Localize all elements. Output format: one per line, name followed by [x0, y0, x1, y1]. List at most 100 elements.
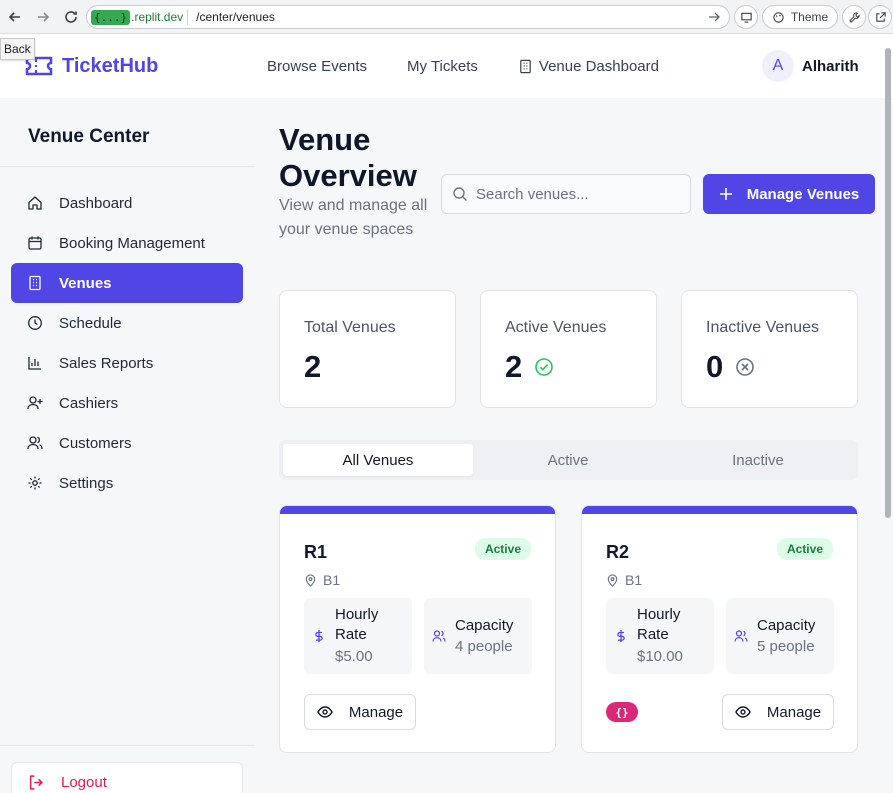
open-external-button[interactable] [868, 5, 892, 29]
top-navigation: Browse Events My Tickets Venue Dashboard [267, 58, 659, 75]
sidebar-item-label: Dashboard [59, 194, 133, 212]
sidebar-item-venues[interactable]: Venues [11, 263, 243, 303]
dev-tools-badge[interactable]: {} [606, 702, 638, 722]
brand-logo[interactable]: TicketHub [24, 54, 158, 78]
tab-all-venues[interactable]: All Venues [283, 444, 473, 476]
avatar: A [762, 50, 794, 82]
logout-button[interactable]: Logout [11, 762, 243, 793]
page-title: Venue Overview [279, 122, 417, 193]
address-bar[interactable]: {...} .replit.dev /center/venues [86, 5, 730, 29]
screen-button[interactable] [734, 5, 758, 29]
monitor-icon [740, 12, 752, 23]
nav-label: Browse Events [267, 58, 368, 75]
page-subtitle: View and manage all your venue spaces [279, 197, 428, 238]
building-icon [29, 275, 41, 291]
venue-name: R2 [606, 542, 630, 562]
venue-filter-tabs: All Venues Active Inactive [279, 440, 858, 480]
venue-name: R1 [304, 542, 328, 562]
back-tooltip: Back [0, 38, 35, 60]
nav-my-tickets[interactable]: My Tickets [407, 58, 478, 75]
wrench-icon [848, 11, 860, 23]
venue-location: B1 [304, 572, 340, 588]
arrow-left-icon [8, 11, 20, 22]
theme-label: Theme [790, 10, 829, 24]
reload-icon [65, 10, 77, 23]
manage-label: Manage [348, 703, 404, 721]
sidebar-item-sales-reports[interactable]: Sales Reports [11, 343, 243, 383]
capacity-box: Capacity 4 people [424, 598, 532, 674]
nav-venue-dashboard[interactable]: Venue Dashboard [518, 58, 659, 75]
home-icon [28, 196, 42, 210]
eye-icon [317, 706, 333, 718]
rate-label: Hourly Rate [335, 606, 379, 643]
calendar-icon [28, 236, 42, 250]
capacity-box: Capacity 5 people [726, 598, 834, 674]
users-icon [432, 630, 446, 642]
sidebar-item-cashiers[interactable]: Cashiers [11, 383, 243, 423]
card-accent-bar [280, 506, 555, 514]
dollar-icon [315, 630, 323, 642]
url-separator [187, 9, 189, 25]
reload-button[interactable] [58, 4, 84, 30]
stat-label: Inactive Venues [706, 319, 819, 336]
palette-icon [773, 11, 784, 23]
manage-venue-button[interactable]: Manage [304, 694, 416, 730]
brand-name: TicketHub [62, 54, 159, 77]
external-link-icon [875, 11, 886, 22]
sidebar-item-label: Booking Management [59, 234, 205, 252]
logout-icon [29, 774, 43, 790]
theme-button[interactable]: Theme [762, 5, 838, 29]
venue-card: R2 Active B1 Hourly Rate $10.00 Capacity… [581, 505, 858, 753]
stat-label: Total Venues [304, 319, 396, 336]
capacity-value: 4 people [455, 638, 513, 655]
capacity-label: Capacity [757, 617, 816, 634]
url-badge: {...} [91, 9, 131, 25]
user-plus-icon [27, 396, 43, 410]
sidebar-divider [0, 745, 255, 746]
nav-browse-events[interactable]: Browse Events [267, 58, 367, 75]
nav-label: Venue Dashboard [538, 58, 659, 75]
gear-icon [28, 476, 42, 490]
sidebar-item-customers[interactable]: Customers [11, 423, 243, 463]
scroll-thumb[interactable] [885, 48, 891, 518]
sidebar-item-label: Schedule [59, 314, 122, 332]
capacity-label: Capacity [455, 617, 514, 634]
page-scrollbar[interactable] [883, 34, 893, 793]
sidebar-title: Venue Center [28, 126, 150, 147]
manage-venue-button[interactable]: Manage [722, 694, 834, 730]
x-circle-icon [736, 358, 755, 376]
location-text: B1 [625, 572, 643, 588]
sidebar-item-label: Sales Reports [59, 354, 154, 372]
tab-active[interactable]: Active [473, 444, 663, 476]
status-badge: Active [776, 538, 833, 560]
check-circle-icon [535, 358, 554, 376]
search-box[interactable] [441, 174, 691, 214]
rate-label: Hourly Rate [637, 606, 681, 643]
sidebar-item-dashboard[interactable]: Dashboard [11, 183, 243, 223]
sidebar-item-booking-management[interactable]: Booking Management [11, 223, 243, 263]
manage-venues-button[interactable]: Manage Venues [703, 174, 875, 214]
sidebar-item-label: Cashiers [59, 394, 119, 412]
users-icon [27, 436, 43, 450]
user-name: Alharith [802, 57, 859, 75]
venue-card: R1 Active B1 Hourly Rate $5.00 Capacity … [279, 505, 556, 753]
devtools-button[interactable] [842, 5, 866, 29]
go-arrow-icon[interactable] [707, 10, 721, 24]
hourly-rate-box: Hourly Rate $5.00 [304, 598, 412, 674]
url-host: .replit.dev [131, 10, 184, 24]
sidebar: Venue Center Dashboard Booking Managemen… [0, 98, 255, 793]
manage-label: Manage [766, 703, 822, 721]
sidebar-divider [0, 166, 255, 167]
sidebar-item-label: Venues [59, 274, 112, 292]
tab-inactive[interactable]: Inactive [663, 444, 853, 476]
app-header: TicketHub Browse Events My Tickets Venue… [0, 34, 893, 98]
stat-label: Active Venues [505, 319, 607, 336]
back-button[interactable] [2, 4, 28, 30]
sidebar-item-schedule[interactable]: Schedule [11, 303, 243, 343]
search-input[interactable] [476, 185, 676, 203]
user-menu[interactable]: A Alharith [762, 50, 859, 82]
hourly-rate-box: Hourly Rate $10.00 [606, 598, 714, 674]
forward-button[interactable] [30, 4, 56, 30]
sidebar-item-label: Customers [59, 434, 132, 452]
sidebar-item-settings[interactable]: Settings [11, 463, 243, 503]
